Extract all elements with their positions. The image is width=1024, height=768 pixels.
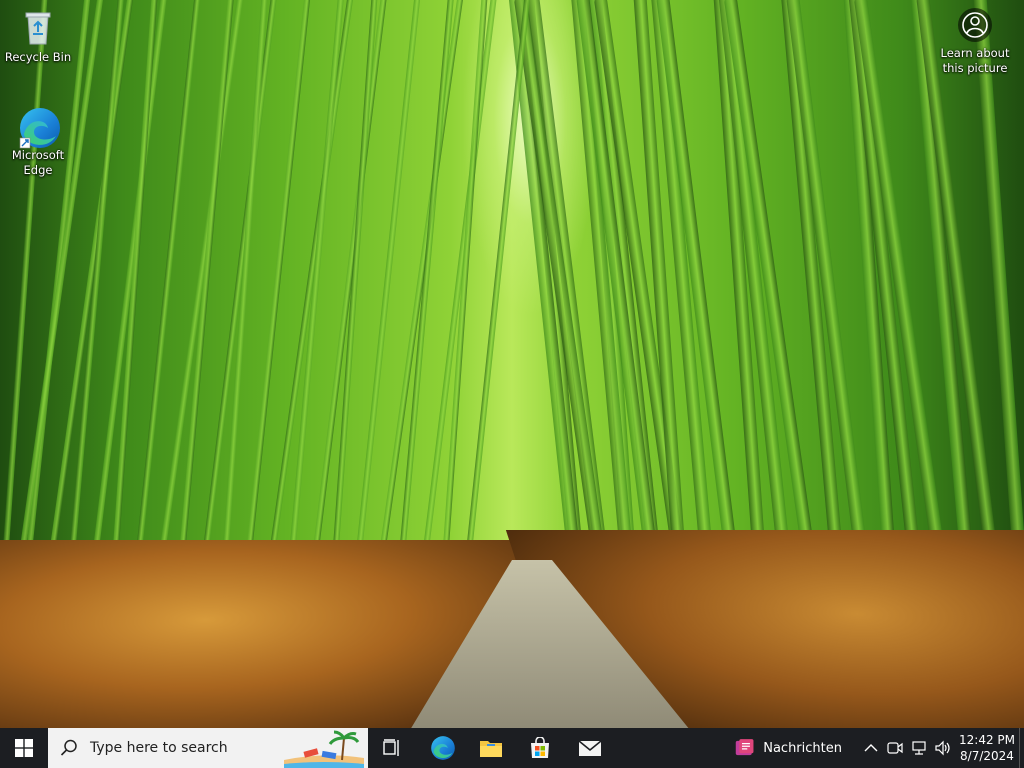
learn-about-picture[interactable]: Learn about this picture xyxy=(936,8,1014,76)
start-button[interactable] xyxy=(0,728,48,768)
task-view-button[interactable] xyxy=(370,728,414,768)
learn-about-line2: this picture xyxy=(942,61,1008,75)
mail-button[interactable] xyxy=(566,728,614,768)
bamboo-stalk xyxy=(418,0,498,591)
edge-label-line2: Edge xyxy=(23,163,53,177)
file-explorer-icon xyxy=(480,741,502,757)
news-label: Nachrichten xyxy=(763,740,842,756)
search-placeholder: Type here to search xyxy=(90,740,228,756)
clock-time: 12:42 PM xyxy=(959,733,1015,747)
microsoft-edge-shortcut[interactable]: Microsoft Edge xyxy=(0,106,76,178)
task-view-icon xyxy=(383,739,399,756)
learn-about-line1: Learn about xyxy=(940,46,1010,60)
meet-now-button[interactable] xyxy=(884,728,906,768)
clock-date: 8/7/2024 xyxy=(960,749,1014,763)
bamboo-stalk xyxy=(462,0,531,591)
search-highlight-beach-icon xyxy=(284,730,364,768)
edge-taskbar-button[interactable] xyxy=(420,728,466,768)
search-icon xyxy=(60,739,77,756)
recycle-bin-shortcut[interactable]: Recycle Bin xyxy=(0,8,76,65)
news-widget[interactable]: Nachrichten xyxy=(730,728,842,768)
bamboo-stalk xyxy=(198,0,278,591)
bamboo-stalk xyxy=(88,0,168,591)
desktop-wallpaper: Recycle Bin Microsoft Edge Learn about t… xyxy=(0,0,1024,728)
mail-icon xyxy=(578,740,602,756)
edge-icon xyxy=(18,106,60,149)
edge-icon xyxy=(431,736,455,760)
news-icon xyxy=(735,739,754,756)
network-button[interactable] xyxy=(908,728,930,768)
taskbar-search[interactable]: Type here to search xyxy=(48,728,368,768)
network-icon xyxy=(912,741,926,755)
bamboo-stalk xyxy=(308,0,388,591)
camera-lens-icon xyxy=(958,8,992,42)
bamboo-stalk xyxy=(910,0,976,591)
show-hidden-icons-button[interactable] xyxy=(860,728,882,768)
recycle-bin-icon xyxy=(18,8,58,48)
store-button[interactable] xyxy=(516,728,564,768)
chevron-up-icon xyxy=(864,744,878,752)
volume-button[interactable] xyxy=(932,728,954,768)
recycle-bin-label: Recycle Bin xyxy=(4,50,72,64)
show-desktop-button[interactable] xyxy=(1019,728,1024,768)
bamboo-stalk xyxy=(0,0,48,591)
taskbar: Type here to search Nachrichten 12:42 PM… xyxy=(0,728,1024,768)
volume-icon xyxy=(935,740,950,756)
clock[interactable]: 12:42 PM 8/7/2024 xyxy=(956,728,1018,768)
file-explorer-button[interactable] xyxy=(468,728,514,768)
bamboo-stalk xyxy=(780,0,846,591)
store-icon xyxy=(531,737,549,758)
windows-logo-icon xyxy=(15,739,33,757)
meet-icon xyxy=(887,742,903,754)
edge-label-line1: Microsoft xyxy=(11,148,65,162)
